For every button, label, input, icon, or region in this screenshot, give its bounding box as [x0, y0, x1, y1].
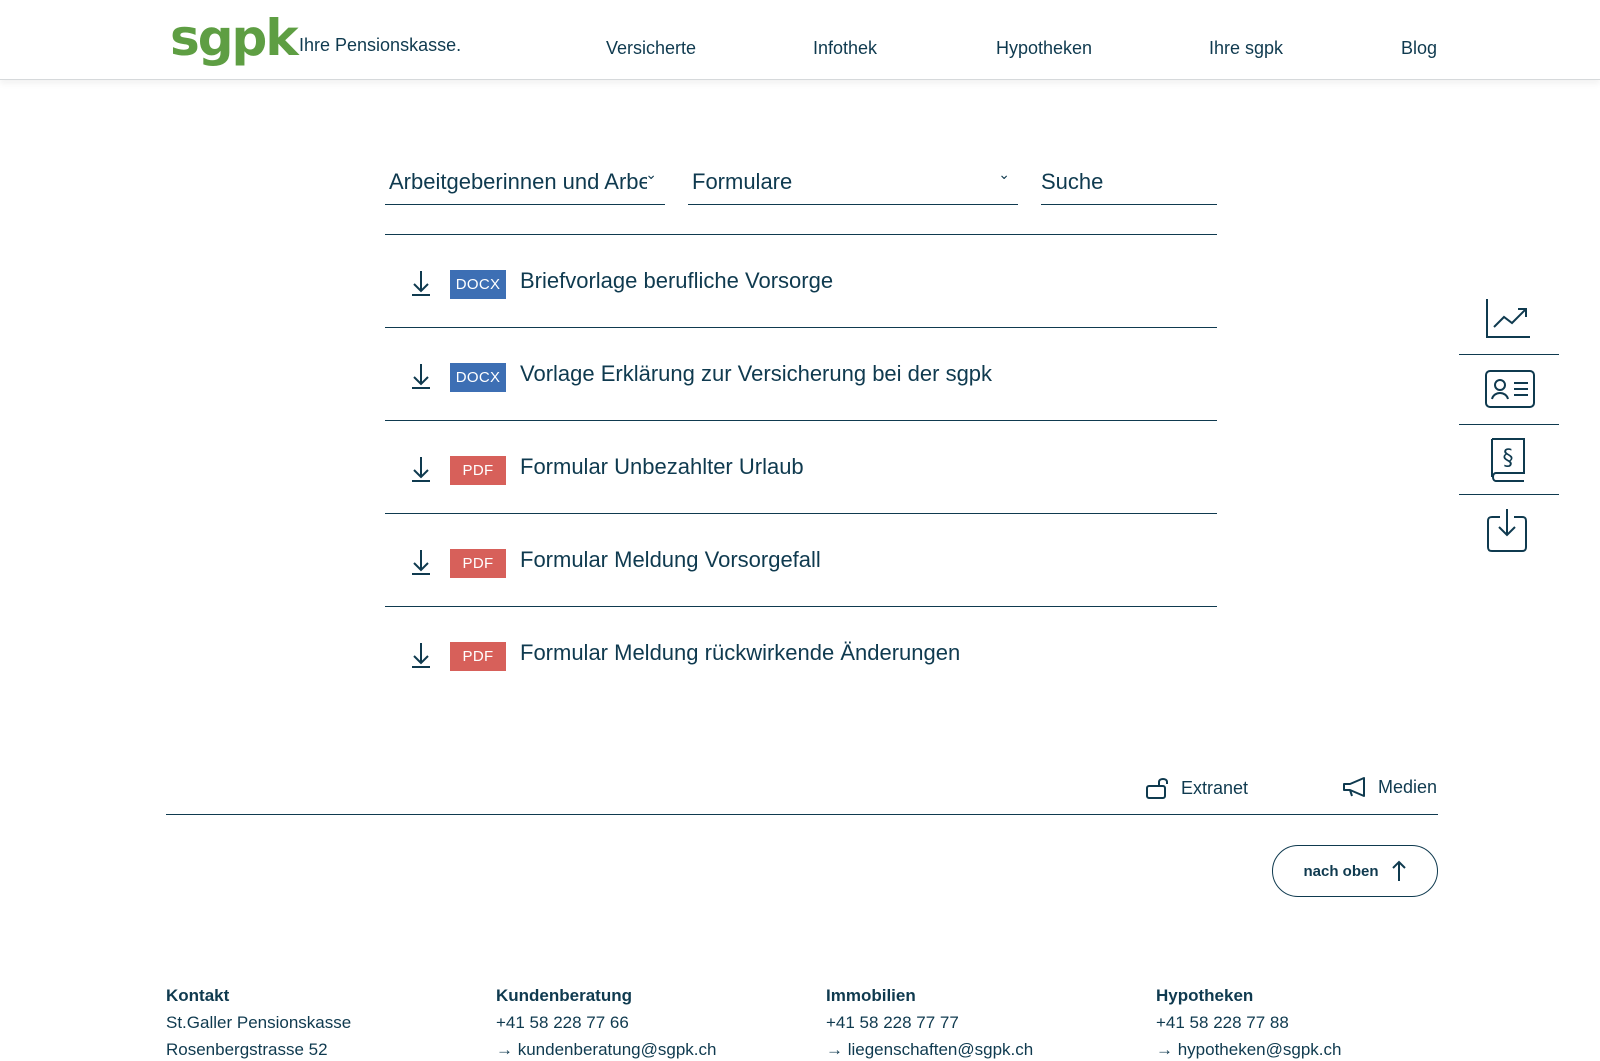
- footer-hypotheken: Hypotheken +41 58 228 77 88 → hypotheken…: [1156, 982, 1456, 1061]
- nav-versicherte[interactable]: Versicherte: [606, 38, 696, 59]
- side-item-download[interactable]: [1459, 495, 1559, 565]
- megaphone-icon: [1343, 777, 1365, 797]
- footer-line: St.Galler Pensionskasse: [166, 1013, 352, 1032]
- pdf-badge: PDF: [450, 642, 506, 671]
- brand-tagline: Ihre Pensionskasse.: [299, 35, 462, 55]
- download-arrow-icon: [412, 457, 430, 482]
- footer-line: Rosenbergstrasse 52: [166, 1040, 328, 1059]
- download-arrow-icon: [412, 550, 430, 575]
- docx-badge: DOCX: [450, 363, 506, 392]
- document-title[interactable]: Formular Meldung rückwirkende Änderungen: [520, 640, 960, 666]
- footer-heading: Kontakt: [166, 986, 230, 1005]
- sgpk-logo[interactable]: sgpk: [170, 8, 299, 68]
- arrow-up-icon: [1391, 860, 1406, 881]
- side-quicklinks: §: [1459, 285, 1559, 565]
- side-item-contact[interactable]: [1459, 355, 1559, 425]
- document-title[interactable]: Briefvorlage berufliche Vorsorge: [520, 268, 833, 294]
- audience-select[interactable]: Arbeitgeberinnen und Arbeitgeber ⌄: [385, 160, 665, 205]
- extranet-label: Extranet: [1181, 777, 1249, 798]
- footer-phone[interactable]: +41 58 228 77 88: [1156, 1009, 1456, 1036]
- chart-line-icon: [1486, 299, 1530, 338]
- pdf-badge: PDF: [450, 549, 506, 578]
- category-select-value: Formulare: [692, 169, 793, 194]
- footer-heading: Immobilien: [826, 986, 916, 1005]
- footer-heading: Kundenberatung: [496, 986, 632, 1005]
- footer-contact: Kontakt St.Galler Pensionskasse Rosenber…: [166, 982, 466, 1061]
- nav-hypotheken[interactable]: Hypotheken: [996, 38, 1092, 59]
- footer-heading: Hypotheken: [1156, 986, 1254, 1005]
- download-arrow-icon: [412, 643, 430, 668]
- back-to-top-label: nach oben: [1303, 862, 1379, 880]
- side-item-law[interactable]: §: [1459, 425, 1559, 495]
- nav-infothek[interactable]: Infothek: [813, 38, 877, 59]
- download-arrow-icon: [412, 271, 430, 296]
- document-title[interactable]: Vorlage Erklärung zur Versicherung bei d…: [520, 361, 992, 387]
- pdf-badge: PDF: [450, 456, 506, 485]
- list-item[interactable]: DOCX Vorlage Erklärung zur Versicherung …: [385, 328, 1217, 421]
- footer-immobilien: Immobilien +41 58 228 77 77 → liegenscha…: [826, 982, 1126, 1061]
- extranet-link[interactable]: Extranet: [1145, 776, 1248, 800]
- nav-blog[interactable]: Blog: [1401, 38, 1437, 59]
- document-title[interactable]: Formular Unbezahlter Urlaub: [520, 454, 804, 480]
- list-item[interactable]: PDF Formular Unbezahlter Urlaub: [385, 421, 1217, 514]
- chevron-down-icon: ⌄: [645, 166, 657, 182]
- search-placeholder: Suche: [1041, 169, 1104, 194]
- back-to-top-button[interactable]: nach oben: [1272, 845, 1438, 897]
- contact-card-icon: [1485, 370, 1535, 408]
- search-input[interactable]: Suche: [1041, 160, 1217, 205]
- footer-email-link[interactable]: → hypotheken@sgpk.ch: [1156, 1036, 1456, 1061]
- document-list: DOCX Briefvorlage berufliche Vorsorge DO…: [385, 234, 1217, 700]
- footer-email-link[interactable]: → liegenschaften@sgpk.ch: [826, 1036, 1126, 1061]
- download-tray-icon: [1487, 509, 1527, 552]
- chevron-down-icon: ⌄: [998, 166, 1010, 182]
- list-item[interactable]: PDF Formular Meldung Vorsorgefall: [385, 514, 1217, 607]
- medien-label: Medien: [1378, 776, 1438, 797]
- audience-select-value: Arbeitgeberinnen und Arbeitgeber: [389, 169, 647, 194]
- list-item[interactable]: DOCX Briefvorlage berufliche Vorsorge: [385, 235, 1217, 328]
- side-item-chart[interactable]: [1459, 285, 1559, 355]
- site-header: sgpk Ihre Pensionskasse. Versicherte Inf…: [0, 0, 1600, 80]
- svg-text:§: §: [1503, 446, 1514, 471]
- download-arrow-icon: [412, 364, 430, 389]
- medien-link[interactable]: Medien: [1342, 776, 1437, 798]
- unlock-icon: [1146, 778, 1168, 799]
- footer-email-link[interactable]: → kundenberatung@sgpk.ch: [496, 1036, 796, 1061]
- category-select[interactable]: Formulare ⌄: [688, 160, 1018, 205]
- footer-divider: [166, 814, 1438, 815]
- nav-ihre-sgpk[interactable]: Ihre sgpk: [1209, 38, 1283, 59]
- document-title[interactable]: Formular Meldung Vorsorgefall: [520, 547, 821, 573]
- list-item[interactable]: PDF Formular Meldung rückwirkende Änderu…: [385, 607, 1217, 700]
- docx-badge: DOCX: [450, 270, 506, 299]
- law-book-icon: §: [1491, 438, 1525, 482]
- footer-phone[interactable]: +41 58 228 77 66: [496, 1009, 796, 1036]
- footer-kundenberatung: Kundenberatung +41 58 228 77 66 → kunden…: [496, 982, 796, 1061]
- footer-phone[interactable]: +41 58 228 77 77: [826, 1009, 1126, 1036]
